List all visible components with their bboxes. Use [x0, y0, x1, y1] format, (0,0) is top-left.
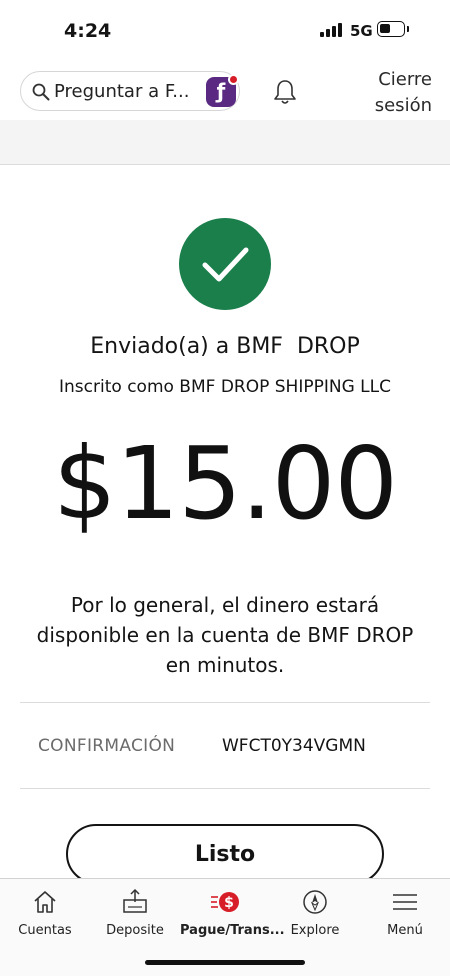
- nav-label: Cuentas: [18, 923, 72, 938]
- nav-label: Menú: [387, 923, 423, 938]
- transfer-amount: $15.00: [53, 425, 398, 542]
- bell-icon[interactable]: [272, 78, 298, 106]
- divider: [20, 788, 430, 789]
- nav-item-accounts[interactable]: Cuentas: [0, 879, 90, 949]
- notification-dot: [228, 74, 239, 85]
- app-header: Preguntar a F... ƒ Cierre sesión: [0, 58, 450, 120]
- home-indicator[interactable]: [145, 960, 305, 965]
- confirmation-number: WFCT0Y34VGMN: [222, 736, 366, 756]
- done-button[interactable]: Listo: [66, 824, 384, 884]
- menu-icon: [393, 894, 417, 910]
- compass-icon: [303, 890, 327, 914]
- battery-tip: [407, 26, 409, 32]
- logout-label: Cierre sesión: [374, 69, 432, 116]
- status-time: 4:24: [64, 20, 112, 42]
- nav-item-pay-transfer[interactable]: $ Pague/Trans...: [180, 879, 285, 949]
- availability-message: Por lo general, el dinero estará disponi…: [36, 593, 414, 677]
- search-input[interactable]: Preguntar a F... ƒ: [20, 71, 240, 111]
- success-check-icon: [179, 218, 271, 310]
- signal-icon: [320, 23, 342, 37]
- sent-to-heading: Enviado(a) a BMF DROP: [90, 334, 360, 359]
- status-bar: 4:24 5G: [0, 0, 450, 58]
- done-label: Listo: [194, 842, 256, 867]
- nav-item-deposit[interactable]: Deposite: [90, 879, 180, 949]
- nav-label: Deposite: [106, 923, 164, 938]
- divider: [20, 702, 430, 703]
- battery-icon: [377, 21, 405, 37]
- confirmation-label: CONFIRMACIÓN: [38, 736, 176, 756]
- nav-item-menu[interactable]: Menú: [360, 879, 450, 949]
- deposit-icon: [123, 888, 147, 913]
- svg-text:$: $: [224, 895, 234, 911]
- nav-label: Pague/Trans...: [180, 923, 285, 938]
- search-icon: [32, 83, 50, 101]
- header-band: [0, 120, 450, 164]
- network-type: 5G: [350, 22, 373, 40]
- enrolled-as-text: Inscrito como BMF DROP SHIPPING LLC: [59, 377, 391, 397]
- divider: [0, 164, 450, 165]
- pay-transfer-icon: $: [211, 892, 239, 912]
- nav-item-explore[interactable]: Explore: [270, 879, 360, 949]
- assistant-logo-icon[interactable]: ƒ: [206, 74, 239, 107]
- home-icon: [34, 891, 56, 913]
- search-placeholder: Preguntar a F...: [54, 81, 190, 102]
- logout-button[interactable]: Cierre sesión: [362, 67, 432, 119]
- nav-label: Explore: [290, 923, 340, 938]
